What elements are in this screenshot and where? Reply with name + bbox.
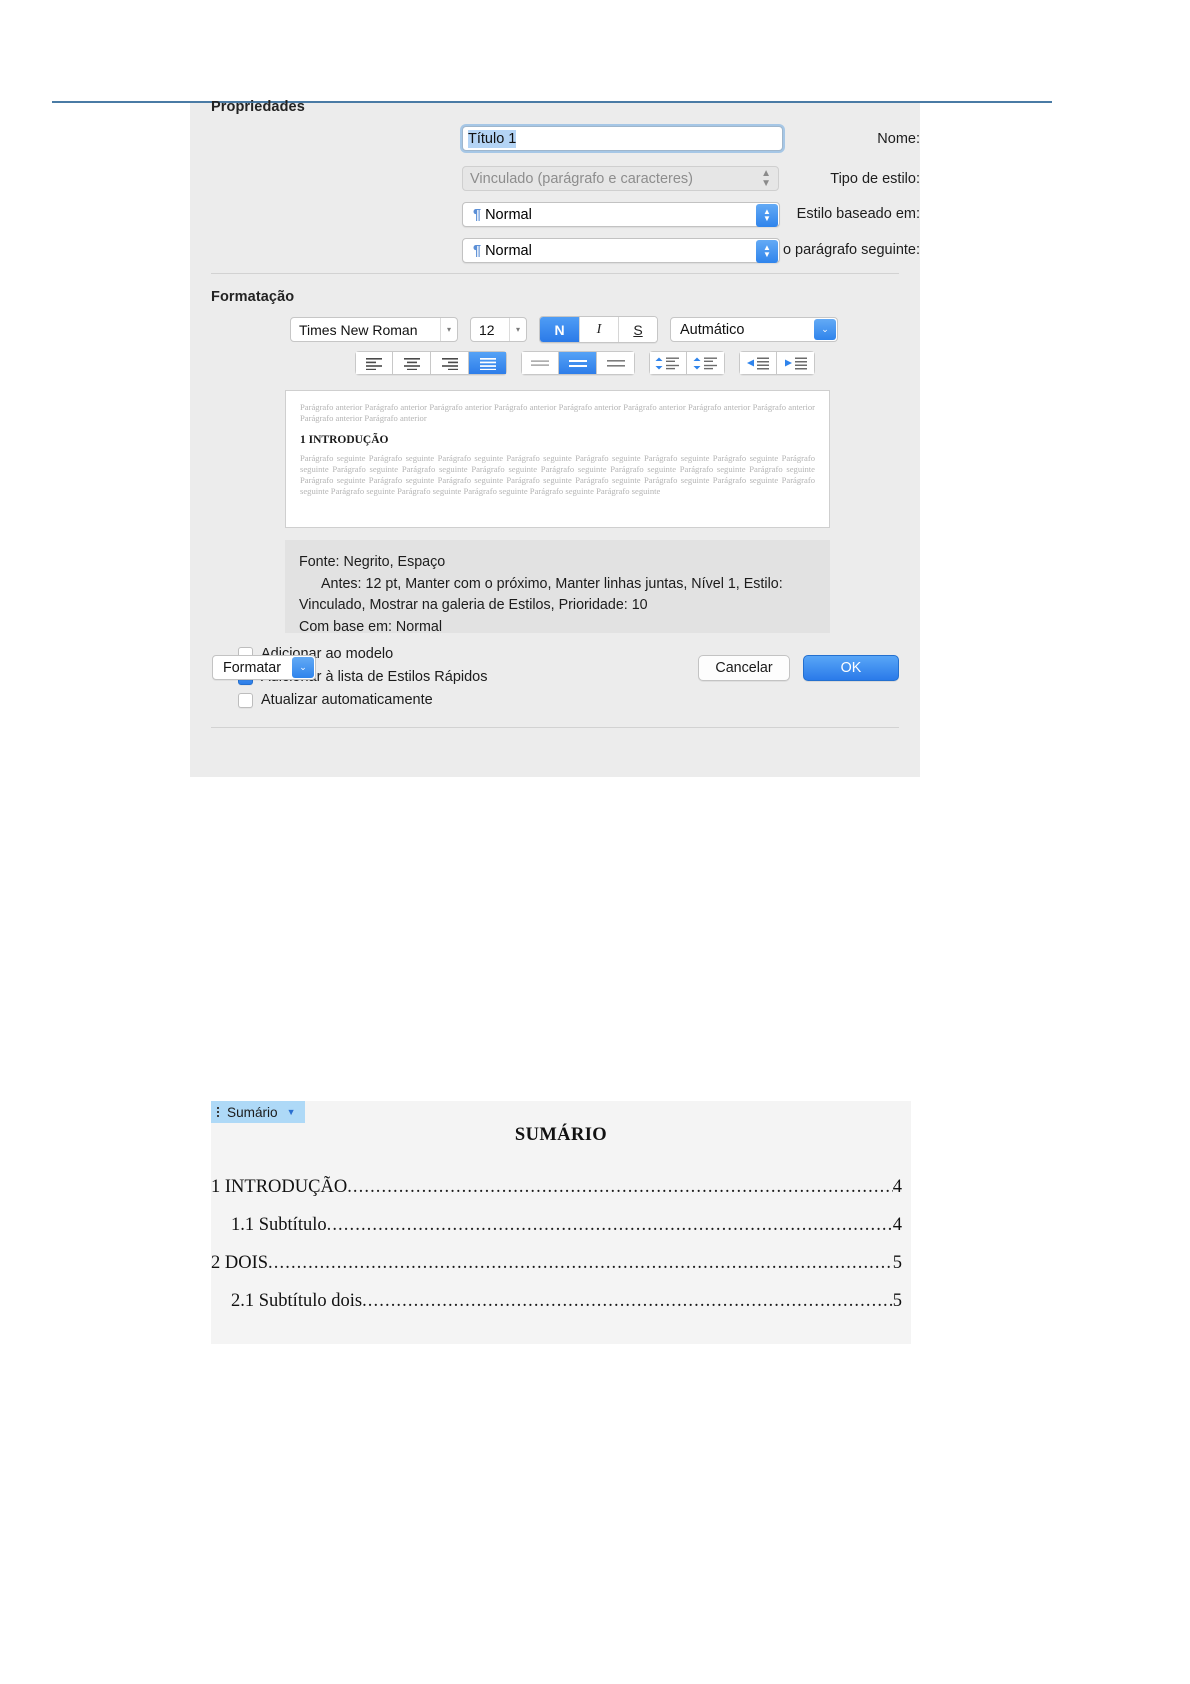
toc-entry-page: 5 — [892, 1291, 902, 1311]
style-description: Fonte: Negrito, Espaço Antes: 12 pt, Man… — [285, 540, 830, 633]
toc-entry-page: 4 — [892, 1177, 902, 1197]
chevron-down-icon[interactable]: ▾ — [509, 318, 526, 341]
toc-entry-text: 1 INTRODUÇÃO — [211, 1177, 348, 1197]
toc-tab-label: Sumário — [227, 1104, 278, 1120]
spacing-adjust-group — [649, 351, 725, 375]
font-color-value: Autmático — [680, 321, 745, 338]
increase-space-after-icon — [693, 357, 717, 369]
spacing-double-icon — [606, 359, 625, 367]
decrease-space-before-button[interactable] — [649, 351, 687, 375]
style-preview-pane: Parágrafo anterior Parágrafo anterior Pa… — [285, 390, 830, 528]
alignment-group — [355, 351, 507, 375]
spacing-single-button[interactable] — [521, 351, 559, 375]
format-menu-button[interactable]: Formatar ⌄ — [212, 655, 316, 680]
paragraph-toolbar-row — [355, 351, 815, 375]
font-family-value: Times New Roman — [299, 321, 418, 338]
toc-entry-text: 1.1 Subtítulo — [231, 1215, 327, 1235]
formatting-section-title: Formatação — [211, 289, 295, 305]
font-color-select[interactable]: Autmático ⌄ — [670, 317, 838, 342]
toc-entry-page: 4 — [892, 1215, 902, 1235]
toc-entry[interactable]: 1 INTRODUÇÃO ...........................… — [211, 1177, 902, 1198]
font-size-select[interactable]: 12 ▾ — [470, 317, 527, 342]
font-size-value: 12 — [479, 321, 495, 338]
checkbox-auto-update[interactable]: Atualizar automaticamente — [238, 692, 433, 708]
toc-entry-page: 5 — [892, 1253, 902, 1273]
style-name-input[interactable]: Título 1 — [462, 126, 783, 151]
table-of-contents-block: Sumário ▼ SUMÁRIO 1 INTRODUÇÃO .........… — [211, 1101, 911, 1344]
drag-handle-icon[interactable] — [217, 1107, 219, 1117]
spacing-single-icon — [531, 360, 549, 366]
toc-leader-dots: ........................................… — [268, 1253, 893, 1273]
decrease-space-before-icon — [655, 357, 679, 369]
decrease-indent-icon — [747, 357, 769, 370]
align-left-icon — [366, 357, 382, 370]
toc-leader-dots: ........................................… — [362, 1291, 893, 1311]
toc-entry[interactable]: 2.1 Subtítulo dois .....................… — [211, 1291, 902, 1312]
section-divider — [211, 273, 899, 274]
cancel-button[interactable]: Cancelar — [698, 655, 790, 681]
spacing-one-half-icon — [568, 359, 587, 367]
toc-leader-dots: ........................................… — [326, 1215, 893, 1235]
description-line-3: Vinculado, Mostrar na galeria de Estilos… — [299, 597, 648, 613]
toc-title: SUMÁRIO — [514, 1125, 608, 1145]
line-spacing-group — [521, 351, 635, 375]
chevron-updown-icon: ▲ ▼ — [761, 167, 771, 189]
font-toolbar-row: Times New Roman ▾ 12 ▾ N I S Autmático ⌄ — [290, 316, 838, 343]
next-style-select[interactable]: ¶ Normal ▲ ▼ — [462, 238, 780, 263]
increase-indent-button[interactable] — [777, 351, 815, 375]
toc-leader-dots: ........................................… — [347, 1177, 893, 1197]
toc-entry-text: 2.1 Subtítulo dois — [231, 1291, 363, 1311]
align-left-button[interactable] — [355, 351, 393, 375]
chevron-updown-icon: ▲ ▼ — [756, 203, 778, 227]
italic-button[interactable]: I — [579, 317, 618, 342]
align-right-button[interactable] — [431, 351, 469, 375]
align-justify-button[interactable] — [469, 351, 507, 375]
align-right-icon — [441, 357, 458, 370]
indent-group — [739, 351, 815, 375]
toc-field-tab[interactable]: Sumário ▼ — [211, 1101, 305, 1123]
align-center-button[interactable] — [393, 351, 431, 375]
underline-button[interactable]: S — [618, 317, 657, 342]
properties-section-title: Propriedades — [211, 99, 305, 115]
based-on-select[interactable]: ¶ Normal ▲ ▼ — [462, 202, 780, 227]
style-name-value: Título 1 — [468, 129, 517, 148]
increase-space-after-button[interactable] — [687, 351, 725, 375]
spacing-double-button[interactable] — [597, 351, 635, 375]
pilcrow-icon: ¶ — [473, 242, 482, 259]
based-on-value: Normal — [485, 206, 532, 223]
pilcrow-icon: ¶ — [473, 206, 482, 223]
align-center-icon — [403, 357, 420, 370]
chevron-down-icon[interactable]: ⌄ — [292, 657, 314, 678]
bold-button[interactable]: N — [540, 317, 579, 342]
checkbox-box[interactable] — [238, 692, 253, 708]
text-style-group: N I S — [539, 316, 658, 343]
description-line-4: Com base em: Normal — [299, 618, 443, 634]
ok-button[interactable]: OK — [803, 655, 899, 681]
modify-style-dialog: Propriedades Nome: Título 1 Tipo de esti… — [190, 99, 920, 777]
format-menu-label: Formatar — [223, 659, 281, 676]
toc-entry[interactable]: 2 DOIS .................................… — [211, 1253, 902, 1274]
align-justify-icon — [479, 357, 496, 370]
toc-entry[interactable]: 1.1 Subtítulo ..........................… — [211, 1215, 902, 1236]
style-type-select: Vinculado (parágrafo e caracteres) ▲ ▼ — [462, 166, 779, 191]
description-line-1: Fonte: Negrito, Espaço — [299, 554, 446, 570]
chevron-down-icon[interactable]: ▼ — [287, 1107, 296, 1117]
increase-indent-icon — [784, 357, 807, 370]
decrease-indent-button[interactable] — [739, 351, 777, 375]
page-canvas: Propriedades Nome: Título 1 Tipo de esti… — [0, 0, 1190, 1684]
footer-divider — [211, 727, 899, 728]
description-line-2: Antes: 12 pt, Manter com o próximo, Mant… — [321, 575, 783, 592]
toc-entry-text: 2 DOIS — [211, 1253, 269, 1273]
checkbox-label: Atualizar automaticamente — [261, 692, 433, 708]
style-type-value: Vinculado (parágrafo e caracteres) — [470, 170, 693, 187]
chevron-down-icon[interactable]: ▾ — [440, 318, 457, 341]
chevron-down-icon[interactable]: ⌄ — [814, 319, 836, 340]
preview-heading: 1 INTRODUÇÃO — [300, 433, 389, 446]
preview-before-paragraph: Parágrafo anterior Parágrafo anterior Pa… — [300, 402, 815, 424]
font-family-select[interactable]: Times New Roman ▾ — [290, 317, 458, 342]
next-style-value: Normal — [485, 242, 532, 259]
chevron-updown-icon: ▲ ▼ — [756, 239, 778, 263]
preview-after-paragraph: Parágrafo seguinte Parágrafo seguinte Pa… — [300, 452, 815, 497]
spacing-one-half-button[interactable] — [559, 351, 597, 375]
